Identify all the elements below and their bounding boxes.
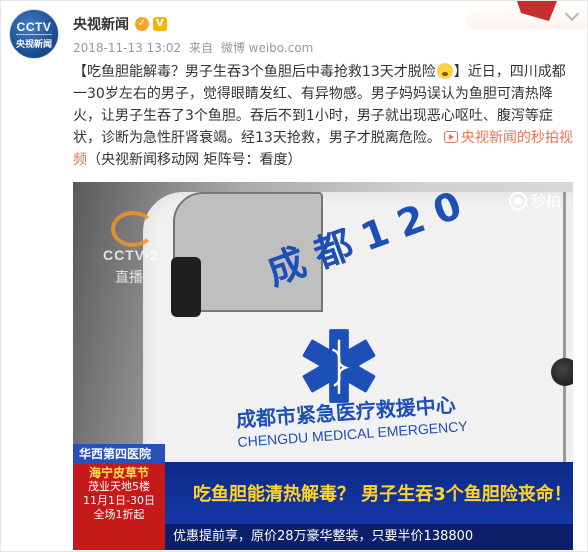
verified-badge-icon: ✓ [135,17,149,31]
ad-line: 茂业天地5楼 [88,480,150,493]
van-door-handle [551,358,573,386]
video-link-icon[interactable] [443,131,458,143]
channel-name: CCTV-2 [103,247,159,263]
video-watermark: 秒拍 [508,190,561,211]
caption-headline: 吃鱼胆能清热解毒？ 男子生吞3个鱼胆险丧命！ [193,484,572,505]
ad-line: 11月1日-30日 [83,494,155,507]
live-label: 直播 [115,270,143,286]
post-timestamp[interactable]: 2018-11-13 13:02 [73,41,181,55]
avatar-subtext: 央视新闻 [15,40,52,50]
tv-channel-logo: CCTV-2 直播 [103,207,163,286]
source-prefix: 来自 [188,41,213,55]
post-headline-end: 】 [453,64,468,80]
caption-tag: 华西第四医院 [73,444,165,464]
account-row: 央视新闻 ✓ V [73,13,167,35]
surprised-face-icon [436,63,453,79]
vip-badge-icon[interactable]: V [153,17,167,31]
avatar[interactable]: CCTV 央视新闻 [9,9,59,59]
account-name[interactable]: 央视新闻 [73,14,129,34]
video-player[interactable]: 成都120 成都市紧急医疗救援中心 CHENGDU MEDICAL EMERGE… [73,182,573,550]
watermark-text: 秒拍 [530,192,561,210]
avatar-divider [16,34,52,35]
post-body: 【吃鱼胆能解毒？男子生吞3个鱼胆后中毒抢救13天才脱险 】近日，四川成都一30岁左… [73,61,573,171]
avatar-logo-text: CCTV [16,20,52,34]
post-headline: 【吃鱼胆能解毒？男子生吞3个鱼胆后中毒抢救13天才脱险 [73,64,436,80]
news-ticker: 优惠提前享，原价28万豪华整装，只要半价138800 [165,524,573,550]
post-source[interactable]: 微博 weibo.com [221,41,314,55]
weibo-post-card: CCTV 央视新闻 央视新闻 ✓ V 2018-11-13 13:02 来自 微… [0,0,588,552]
post-meta: 2018-11-13 13:02 来自 微博 weibo.com [73,39,317,56]
tv-ad-box: 海宁皮草节 茂业天地5楼 11月1日-30日 全场1折起 [73,464,165,550]
post-suffix: （央视新闻移动网 矩阵号：看度） [87,152,302,168]
ad-line: 海宁皮草节 [88,466,149,480]
channel-logo-icon [111,211,155,247]
van-mirror [171,257,201,317]
header-decoration [467,1,587,29]
ad-line: 全场1折起 [93,508,145,521]
miaopai-camera-icon [508,191,527,210]
